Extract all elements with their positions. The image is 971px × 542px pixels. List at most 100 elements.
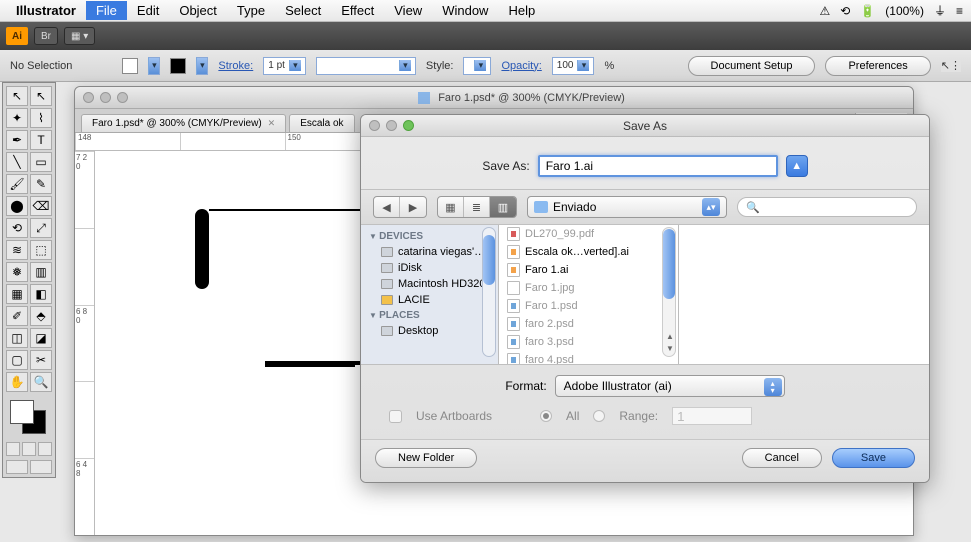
brush-dropdown[interactable]: ▾ bbox=[316, 57, 416, 75]
fill-swatch[interactable] bbox=[122, 58, 138, 74]
file-row[interactable]: DL270_99.pdf bbox=[499, 225, 678, 243]
arrange-docs-button[interactable]: ▦ ▾ bbox=[64, 27, 95, 45]
selection-tool[interactable]: ↖ bbox=[6, 86, 28, 106]
range-input[interactable] bbox=[672, 407, 752, 425]
column-view-icon[interactable]: ▥ bbox=[490, 197, 516, 217]
line-tool[interactable]: ╲ bbox=[6, 152, 28, 172]
devices-header[interactable]: DEVICES bbox=[361, 229, 498, 244]
close-window-icon[interactable] bbox=[83, 92, 94, 103]
document-titlebar[interactable]: Faro 1.psd* @ 300% (CMYK/Preview) bbox=[75, 87, 913, 109]
fill-dropdown[interactable]: ▾ bbox=[148, 57, 160, 75]
slice-tool[interactable]: ✂ bbox=[30, 350, 52, 370]
menu-type[interactable]: Type bbox=[227, 1, 275, 20]
document-setup-button[interactable]: Document Setup bbox=[688, 56, 816, 76]
rectangle-tool[interactable]: ▭ bbox=[30, 152, 52, 172]
menu-help[interactable]: Help bbox=[498, 1, 545, 20]
view-mode-segment[interactable]: ▦ ≣ ▥ bbox=[437, 196, 517, 218]
battery-icon[interactable]: 🔋 bbox=[860, 4, 875, 18]
pen-tool[interactable]: ✒ bbox=[6, 130, 28, 150]
sidebar-place[interactable]: Desktop bbox=[361, 323, 498, 339]
file-row[interactable]: faro 3.psd bbox=[499, 333, 678, 351]
warning-icon[interactable]: ⚠︎ bbox=[820, 4, 831, 18]
hand-tool[interactable]: ✋ bbox=[6, 372, 28, 392]
menu-file[interactable]: File bbox=[86, 1, 127, 20]
live-paint-select-tool[interactable]: ◪ bbox=[30, 328, 52, 348]
forward-icon[interactable]: ▶ bbox=[400, 197, 426, 217]
vertical-ruler[interactable]: 7 2 06 8 06 4 8 bbox=[75, 151, 95, 535]
stroke-weight-dropdown[interactable]: 1 pt▾ bbox=[263, 57, 306, 75]
eraser-tool[interactable]: ⌫ bbox=[30, 196, 52, 216]
bridge-button[interactable]: Br bbox=[34, 27, 58, 45]
none-mode-icon[interactable] bbox=[38, 442, 52, 456]
blend-tool[interactable]: ⬘ bbox=[30, 306, 52, 326]
fill-color-icon[interactable] bbox=[10, 400, 34, 424]
direct-selection-tool[interactable]: ↖ bbox=[30, 86, 52, 106]
selection-tool-shortcut-icon[interactable]: ↖⋮ bbox=[941, 59, 961, 72]
artboard-tool[interactable]: ▢ bbox=[6, 350, 28, 370]
search-field[interactable]: 🔍 bbox=[737, 197, 917, 217]
use-artboards-checkbox[interactable] bbox=[389, 410, 402, 423]
dialog-close-icon[interactable] bbox=[369, 120, 380, 131]
sync-icon[interactable]: ⟲ bbox=[840, 4, 850, 18]
warp-tool[interactable]: ≋ bbox=[6, 240, 28, 260]
file-row[interactable]: faro 4.psd bbox=[499, 351, 678, 364]
graph-tool[interactable]: ▥ bbox=[30, 262, 52, 282]
sidebar-device[interactable]: LACIE bbox=[361, 292, 498, 308]
all-radio[interactable] bbox=[540, 410, 552, 422]
sidebar-scroll-thumb[interactable] bbox=[483, 235, 495, 285]
paintbrush-tool[interactable]: 🖌 bbox=[6, 174, 28, 194]
eyedropper-tool[interactable]: ✐ bbox=[6, 306, 28, 326]
gradient-tool[interactable]: ◧ bbox=[30, 284, 52, 304]
rotate-tool[interactable]: ⟲ bbox=[6, 218, 28, 238]
file-row[interactable]: Faro 1.ai bbox=[499, 261, 678, 279]
icon-view-icon[interactable]: ▦ bbox=[438, 197, 464, 217]
places-header[interactable]: PLACES bbox=[361, 308, 498, 323]
format-dropdown[interactable]: Adobe Illustrator (ai) ▴▾ bbox=[555, 375, 785, 397]
screen-mode-full[interactable] bbox=[30, 460, 52, 474]
live-paint-tool[interactable]: ◫ bbox=[6, 328, 28, 348]
screen-mode-normal[interactable] bbox=[6, 460, 28, 474]
filename-input[interactable] bbox=[538, 155, 778, 177]
menu-object[interactable]: Object bbox=[169, 1, 227, 20]
zoom-tool[interactable]: 🔍 bbox=[30, 372, 52, 392]
fill-stroke-control[interactable] bbox=[6, 398, 52, 440]
gradient-mode-icon[interactable] bbox=[22, 442, 36, 456]
dialog-minimize-icon[interactable] bbox=[386, 120, 397, 131]
lasso-tool[interactable]: ⌇ bbox=[30, 108, 52, 128]
dialog-titlebar[interactable]: Save As bbox=[361, 115, 929, 137]
style-dropdown[interactable]: ▾ bbox=[463, 57, 491, 75]
free-transform-tool[interactable]: ⬚ bbox=[30, 240, 52, 260]
ai-logo-icon[interactable]: Ai bbox=[6, 27, 28, 45]
menu-select[interactable]: Select bbox=[275, 1, 331, 20]
range-radio[interactable] bbox=[593, 410, 605, 422]
menu-window[interactable]: Window bbox=[432, 1, 498, 20]
file-row[interactable]: Faro 1.jpg bbox=[499, 279, 678, 297]
menu-effect[interactable]: Effect bbox=[331, 1, 384, 20]
menu-edit[interactable]: Edit bbox=[127, 1, 169, 20]
tab-escala[interactable]: Escala ok bbox=[289, 114, 354, 132]
cancel-button[interactable]: Cancel bbox=[742, 448, 822, 468]
sidebar-device[interactable]: iDisk bbox=[361, 260, 498, 276]
pencil-tool[interactable]: ✎ bbox=[30, 174, 52, 194]
back-icon[interactable]: ◀ bbox=[374, 197, 400, 217]
tab-faro1[interactable]: Faro 1.psd* @ 300% (CMYK/Preview)✕ bbox=[81, 114, 286, 132]
list-view-icon[interactable]: ≣ bbox=[464, 197, 490, 217]
wifi-icon[interactable]: ⏚ bbox=[934, 2, 946, 19]
color-mode-icon[interactable] bbox=[6, 442, 20, 456]
menu-view[interactable]: View bbox=[384, 1, 432, 20]
app-name[interactable]: Illustrator bbox=[16, 3, 76, 18]
spotlight-icon[interactable]: ≡ bbox=[956, 4, 963, 18]
stroke-swatch-dropdown[interactable]: ▾ bbox=[196, 57, 208, 75]
scale-tool[interactable]: ⤢ bbox=[30, 218, 52, 238]
folder-dropdown[interactable]: Enviado ▴▾ bbox=[527, 196, 727, 218]
file-row[interactable]: faro 2.psd bbox=[499, 315, 678, 333]
file-row[interactable]: Faro 1.psd bbox=[499, 297, 678, 315]
nav-back-forward[interactable]: ◀▶ bbox=[373, 196, 427, 218]
filelist-scroll-thumb[interactable] bbox=[663, 229, 675, 299]
symbol-sprayer-tool[interactable]: ❅ bbox=[6, 262, 28, 282]
new-folder-button[interactable]: New Folder bbox=[375, 448, 477, 468]
minimize-window-icon[interactable] bbox=[100, 92, 111, 103]
stroke-swatch[interactable] bbox=[170, 58, 186, 74]
mesh-tool[interactable]: ▦ bbox=[6, 284, 28, 304]
close-tab-icon[interactable]: ✕ bbox=[268, 118, 276, 129]
